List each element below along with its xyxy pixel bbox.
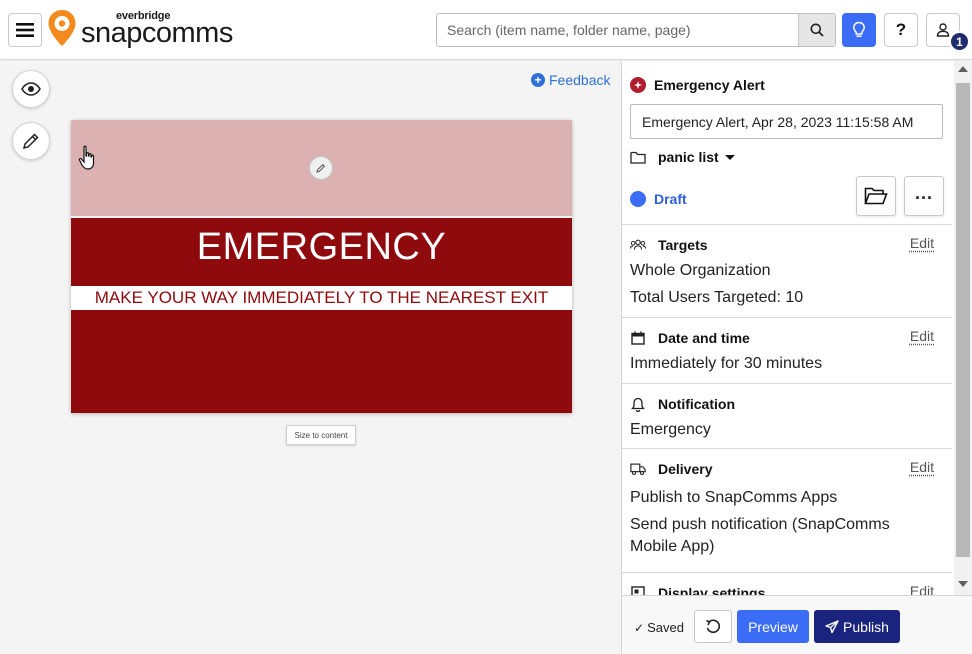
scroll-down-arrow-icon[interactable] [958,581,968,587]
edit-datetime-button[interactable]: Edit [910,328,934,344]
feedback-label: Feedback [549,72,611,88]
notification-type: Emergency [630,421,711,438]
alert-details-panel: Emergency Alert panic list Draft ... [621,61,972,654]
panel-footer: ✓ Saved Preview Publish [622,595,972,654]
hand-cursor-icon [78,145,95,170]
lightbulb-icon [853,21,865,37]
help-button[interactable]: ? [884,13,918,47]
revert-button[interactable] [694,610,732,643]
folder-selector[interactable]: panic list [630,149,735,165]
alert-subtitle-text[interactable]: MAKE YOUR WAY IMMEDIATELY TO THE NEAREST… [71,286,572,310]
preview-header-area[interactable] [71,120,572,216]
publish-button[interactable]: Publish [814,610,900,643]
folder-name[interactable]: panic list [658,149,719,165]
targets-scope: Whole Organization [630,262,771,279]
preview-mode-button[interactable] [12,70,50,108]
search-bar [436,13,836,47]
status-badge: Draft [654,191,687,207]
feedback-link[interactable]: + Feedback [531,72,610,88]
tips-button[interactable] [842,13,876,47]
users-group-icon [630,237,646,253]
search-input[interactable] [437,14,798,46]
delivery-push-option: Send push notification (SnapComms Mobile… [630,516,890,555]
display-settings-icon [630,585,646,595]
feedback-plus-icon: + [531,73,545,87]
more-options-button[interactable]: ... [904,176,944,216]
details-scroll-area[interactable]: Emergency Alert panic list Draft ... [622,61,952,595]
item-type-label: Emergency Alert [654,77,765,93]
undo-icon [706,619,721,633]
app-header: everbridge snapcomms ? 1 [0,0,972,60]
user-icon [936,23,950,37]
scroll-up-arrow-icon[interactable] [958,66,968,72]
truck-icon [630,461,646,477]
open-folder-icon [864,187,888,205]
eye-icon [21,82,41,96]
edit-targets-button[interactable]: Edit [910,235,934,251]
notification-count-badge[interactable]: 1 [949,31,970,52]
scrollbar-thumb[interactable] [956,83,970,557]
more-horizontal-icon: ... [914,183,933,203]
alert-template-preview[interactable]: EMERGENCY MAKE YOUR WAY IMMEDIATELY TO T… [71,120,572,413]
notification-section: Notification Emergency [622,383,952,448]
emergency-alert-icon [630,77,646,93]
edit-header-button[interactable] [309,156,333,180]
editor-canvas: + Feedback EMERGENCY MAKE YOUR WAY IMMED… [0,61,621,654]
datetime-title: Date and time [658,330,750,346]
display-settings-section: Display settings Edit [622,572,952,595]
notification-title: Notification [658,396,735,412]
size-to-content-button[interactable]: Size to content [286,425,356,445]
display-settings-title: Display settings [658,585,766,595]
location-pin-logo-icon [48,10,76,46]
preview-button[interactable]: Preview [737,610,809,643]
datetime-schedule: Immediately for 30 minutes [630,355,823,372]
chevron-down-icon[interactable] [724,154,735,160]
saved-status: Saved [647,620,684,635]
datetime-section: Date and time Edit Immediately for 30 mi… [622,317,952,383]
search-icon [810,23,824,37]
folder-icon [630,151,646,164]
preview-body-area[interactable]: EMERGENCY MAKE YOUR WAY IMMEDIATELY TO T… [71,218,572,413]
calendar-icon [630,330,646,346]
alert-title-text[interactable]: EMERGENCY [71,224,572,270]
menu-button[interactable] [8,13,42,47]
bell-icon [630,396,646,412]
search-button[interactable] [798,14,835,46]
paper-plane-icon [825,619,839,633]
targets-user-count: Total Users Targeted: 10 [630,289,804,306]
hamburger-icon [16,23,34,37]
pencil-icon [22,133,39,150]
targets-section: Targets Edit Whole Organization Total Us… [622,224,952,317]
app-logo[interactable]: everbridge snapcomms [47,9,251,49]
edit-display-settings-button[interactable]: Edit [910,583,934,595]
status-indicator-icon [630,191,646,207]
edit-mode-button[interactable] [12,122,50,160]
delivery-section: Delivery Edit Publish to SnapComms Apps … [622,448,952,572]
publish-label: Publish [843,618,889,635]
logo-product-text: snapcomms [81,17,233,49]
delivery-title: Delivery [658,461,713,477]
delivery-method: Publish to SnapComms Apps [630,489,838,506]
panel-scrollbar[interactable] [954,61,972,595]
targets-title: Targets [658,237,708,253]
pencil-icon [316,163,326,173]
edit-delivery-button[interactable]: Edit [910,459,934,475]
item-name-input[interactable] [630,104,943,139]
move-to-folder-button[interactable] [856,176,896,216]
checkmark-icon: ✓ [634,620,645,635]
